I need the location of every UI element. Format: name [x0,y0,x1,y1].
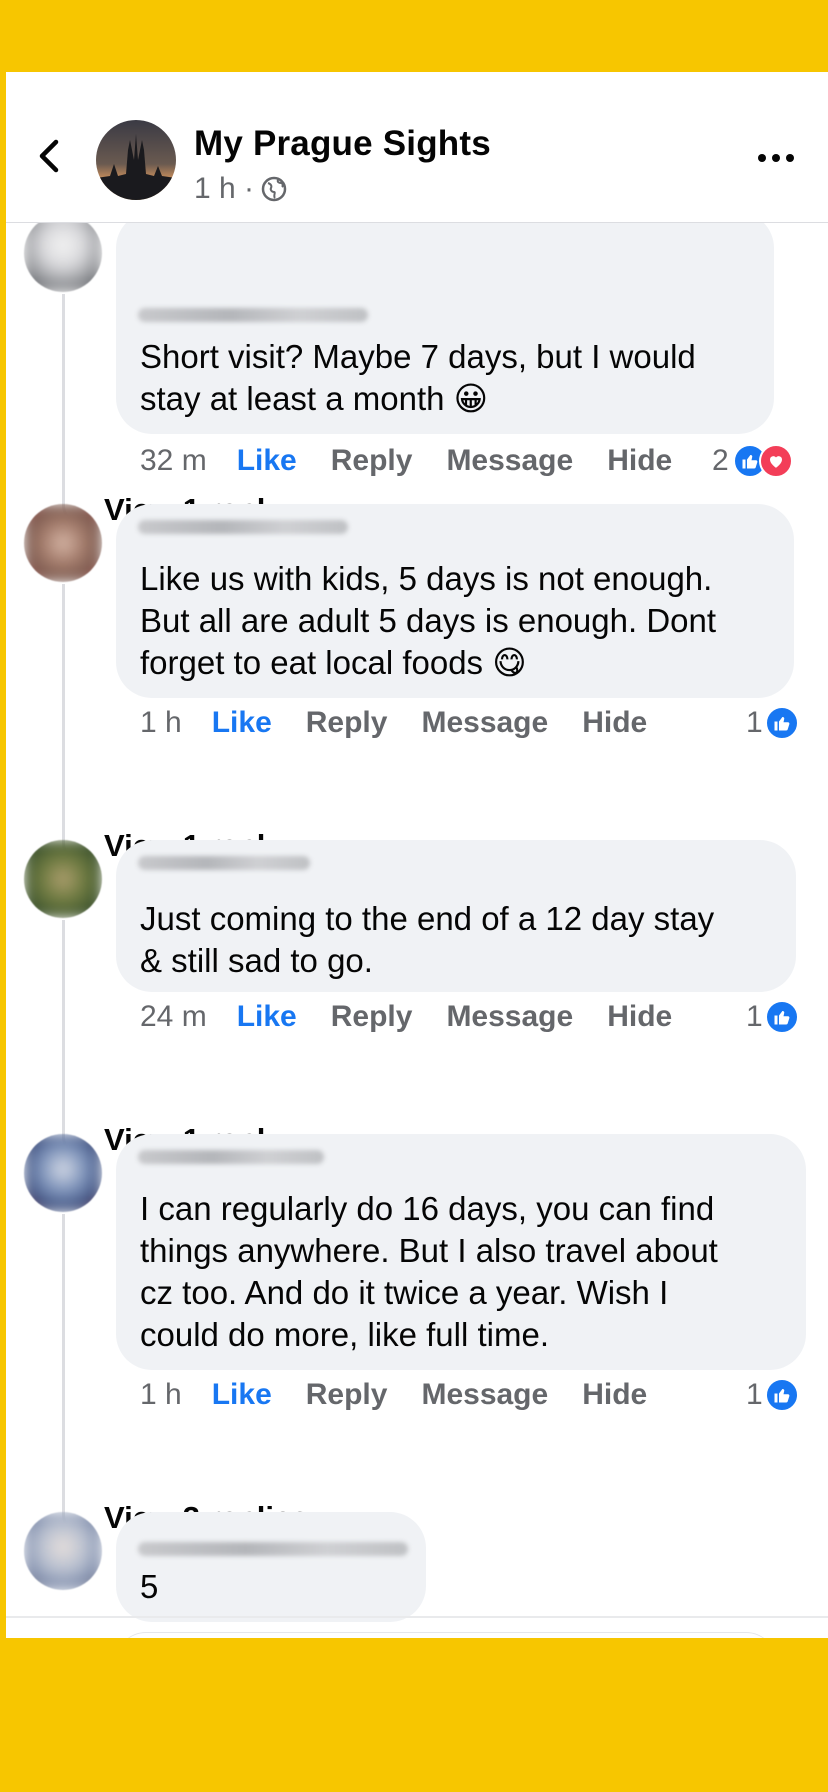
globe-icon [261,176,287,202]
more-options-dot [786,154,794,162]
comment-actions: 32 m Like Reply Message Hide [140,444,706,478]
like-reaction-icon [764,706,799,740]
comment-text: Like us with kids, 5 days is not enough.… [140,560,717,681]
message-button[interactable]: Message [446,1000,573,1034]
reaction-count: 1 [746,1378,763,1411]
like-button[interactable]: Like [237,444,297,478]
post-header: My Prague Sights 1 h · [6,72,828,223]
comment-text: I can regularly do 16 days, you can find… [140,1190,718,1353]
like-button[interactable]: Like [237,1000,297,1034]
commenter-avatar[interactable] [24,1134,102,1212]
message-button[interactable]: Message [421,706,548,740]
comment-actions: 1 h Like Reply Message Hide [140,706,681,740]
comment-actions: 1 h Like Reply Message Hide [140,1378,681,1412]
page-title[interactable]: My Prague Sights [194,124,491,164]
back-button[interactable] [30,136,70,176]
like-reaction-icon [764,1000,799,1034]
message-button[interactable]: Message [421,1378,548,1412]
reaction-summary[interactable]: 1 [746,1000,799,1034]
comment-time[interactable]: 1 h [140,1378,182,1412]
divider [6,1616,828,1618]
like-reaction-icon [764,1378,799,1412]
comment-text: 5 [140,1568,159,1605]
like-button[interactable]: Like [212,1378,272,1412]
screen: Short visit? Maybe 7 days, but I would s… [6,72,828,1638]
comment-time[interactable]: 24 m [140,1000,207,1034]
reaction-count: 1 [746,1000,763,1033]
more-options-button[interactable] [758,148,798,168]
thread-line [62,294,89,527]
comment-bubble[interactable]: Just coming to the end of a 12 day stay … [116,840,796,992]
more-options-dot [772,154,780,162]
post-meta: 1 h · [194,172,288,206]
thread-line [62,584,89,865]
comment-actions: 24 m Like Reply Message Hide [140,1000,706,1034]
message-button[interactable]: Message [446,444,573,478]
thread-line [62,1214,89,1537]
castle-silhouette-icon [96,134,176,200]
reply-button[interactable]: Reply [331,444,413,478]
reply-button[interactable]: Reply [306,1378,388,1412]
reaction-summary[interactable]: 2 [712,444,793,478]
more-options-icon [758,154,766,162]
love-reaction-icon [758,444,793,478]
comment-time[interactable]: 1 h [140,706,182,740]
comment-bubble[interactable]: I can regularly do 16 days, you can find… [116,1134,806,1370]
page-avatar[interactable] [96,120,176,200]
commenter-name-redacted [138,308,368,322]
reaction-count: 2 [712,444,729,477]
commenter-avatar[interactable] [24,1512,102,1590]
commenter-avatar[interactable] [24,840,102,918]
back-arrow-icon [39,139,59,173]
comment-bubble[interactable]: Like us with kids, 5 days is not enough.… [116,504,794,698]
commenter-name-redacted [138,1542,408,1556]
reply-button[interactable]: Reply [331,1000,413,1034]
thread-line [62,920,89,1159]
commenter-avatar[interactable] [24,504,102,582]
comment-bubble[interactable]: 5 [116,1512,426,1622]
reaction-count: 1 [746,706,763,739]
hide-button[interactable]: Hide [582,1378,647,1412]
commenter-name-redacted [138,1150,324,1164]
reaction-summary[interactable]: 1 [746,706,799,740]
post-time: 1 h · [194,172,255,205]
hide-button[interactable]: Hide [607,444,672,478]
like-button[interactable]: Like [212,706,272,740]
comment-text: Just coming to the end of a 12 day stay … [140,900,715,979]
next-comment-edge [116,1632,776,1638]
comment-time[interactable]: 32 m [140,444,207,478]
comment-bubble[interactable]: Short visit? Maybe 7 days, but I would s… [116,212,774,434]
reply-button[interactable]: Reply [306,706,388,740]
commenter-avatar[interactable] [24,214,102,292]
commenter-name-redacted [138,856,310,870]
hide-button[interactable]: Hide [582,706,647,740]
commenter-name-redacted [138,520,348,534]
reaction-summary[interactable]: 1 [746,1378,799,1412]
hide-button[interactable]: Hide [607,1000,672,1034]
comment-text: Short visit? Maybe 7 days, but I would s… [140,338,696,417]
